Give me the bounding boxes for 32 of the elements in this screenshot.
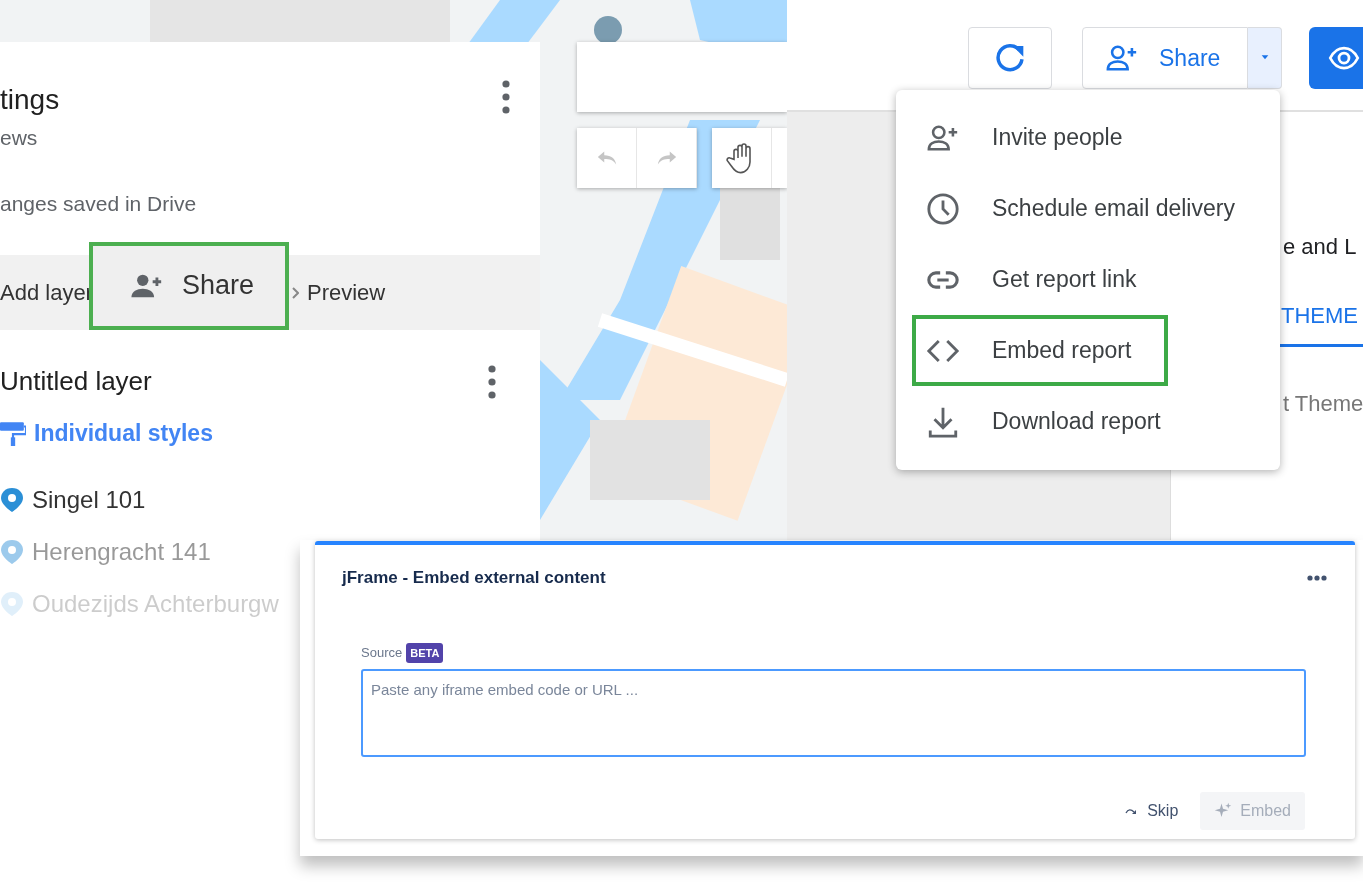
menu-item[interactable]: Embed report [912, 315, 1168, 386]
theme-item: t Theme [1283, 390, 1363, 418]
skip-button[interactable]: Skip [1109, 792, 1193, 830]
panel-heading: e and L [1283, 233, 1358, 261]
clock-icon [924, 191, 962, 226]
panel-title: tings [0, 86, 60, 114]
share-button[interactable]: Share [1082, 27, 1248, 89]
source-field[interactable]: Paste any iframe embed code or URL ... [361, 669, 1306, 757]
menu-item[interactable]: Get report link [896, 244, 1280, 315]
place-name[interactable]: Singel 101 [32, 482, 146, 518]
share-button[interactable]: Share [88, 241, 289, 330]
panel-subtitle: ews [0, 125, 39, 151]
field-label: Source [361, 644, 403, 662]
sparkle-icon [1214, 802, 1233, 820]
menu-item[interactable]: Schedule email delivery [896, 173, 1280, 244]
save-status: anges saved in Drive [0, 190, 198, 217]
layer-name: Untitled layer [0, 365, 152, 398]
chevron-icon [290, 285, 299, 300]
refresh-button[interactable] [968, 27, 1052, 89]
more-icon [1307, 574, 1327, 581]
style-link[interactable]: Individual styles [34, 415, 213, 451]
refresh-icon [994, 42, 1026, 74]
menu-item[interactable]: Download report [896, 386, 1280, 457]
beta-tag: BETA [406, 642, 444, 663]
more-icon[interactable] [488, 364, 496, 399]
more-icon[interactable] [502, 80, 510, 114]
card-title: jFrame - Embed external content [342, 567, 606, 589]
pan-button[interactable] [712, 128, 772, 188]
preview-button[interactable]: Preview [290, 276, 386, 309]
menu-item[interactable]: Invite people [896, 102, 1280, 173]
more-button[interactable] [1307, 574, 1327, 581]
view-button[interactable] [1309, 27, 1363, 89]
